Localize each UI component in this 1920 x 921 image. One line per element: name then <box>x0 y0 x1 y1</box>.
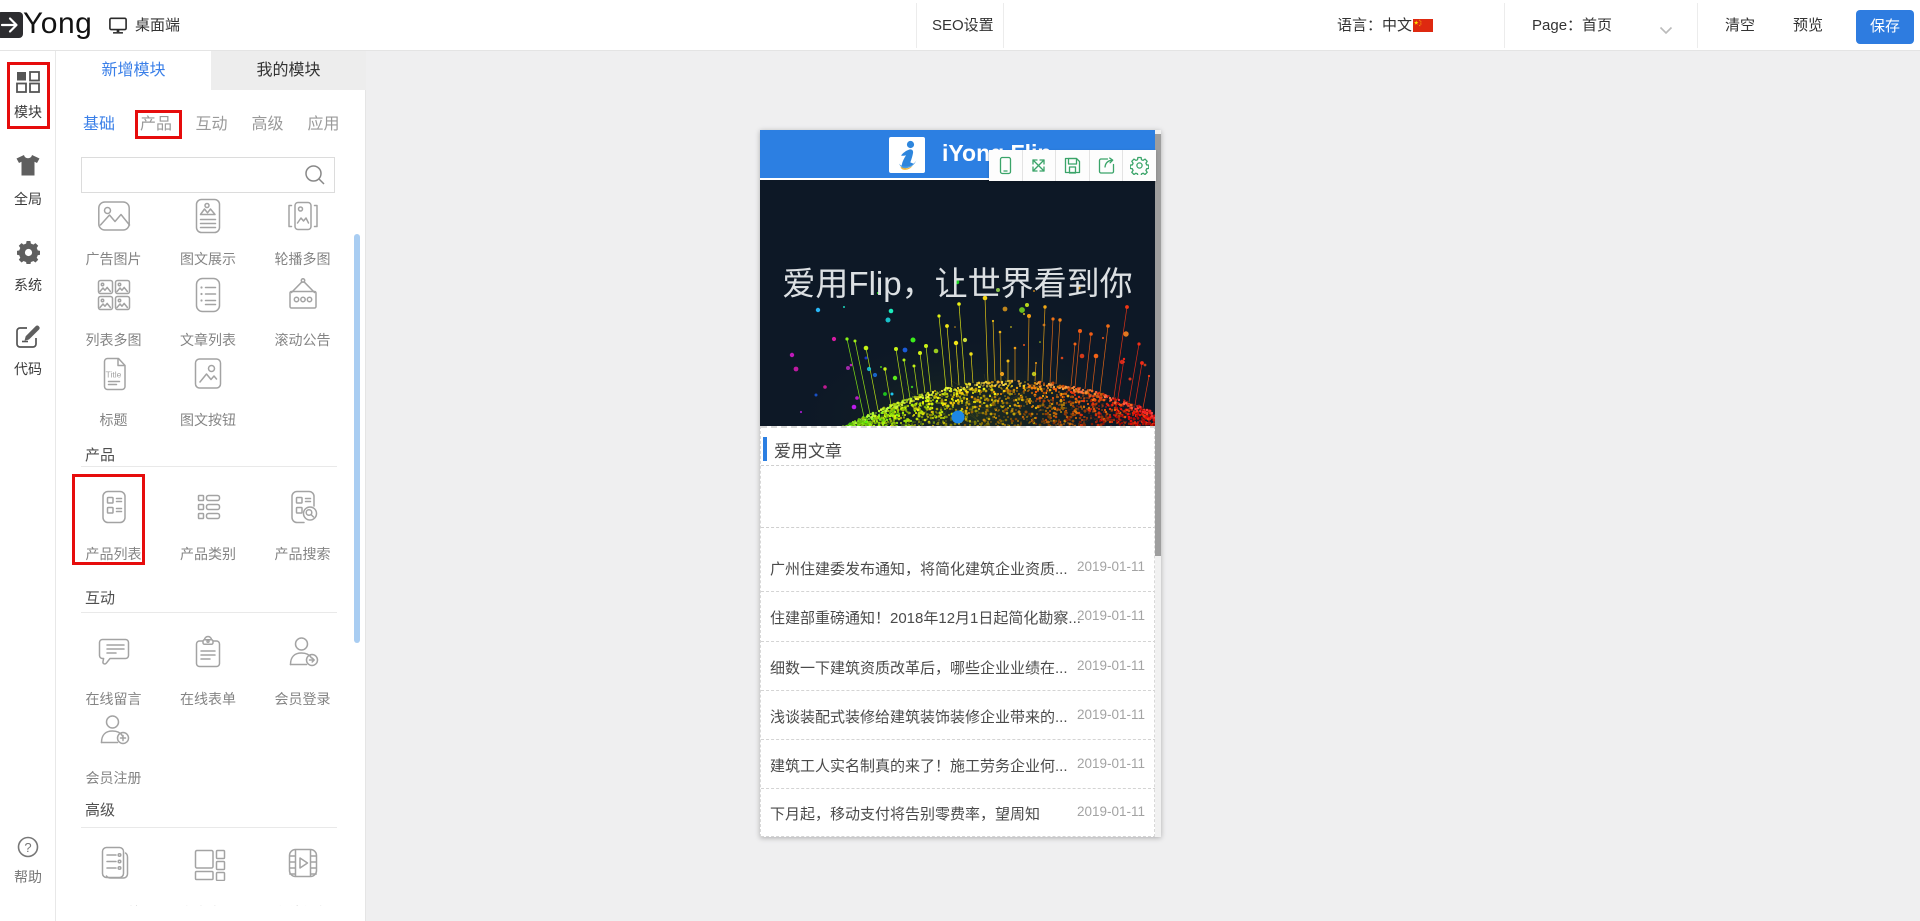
svg-text:Title: Title <box>105 370 121 380</box>
svg-text:?: ? <box>24 840 31 855</box>
